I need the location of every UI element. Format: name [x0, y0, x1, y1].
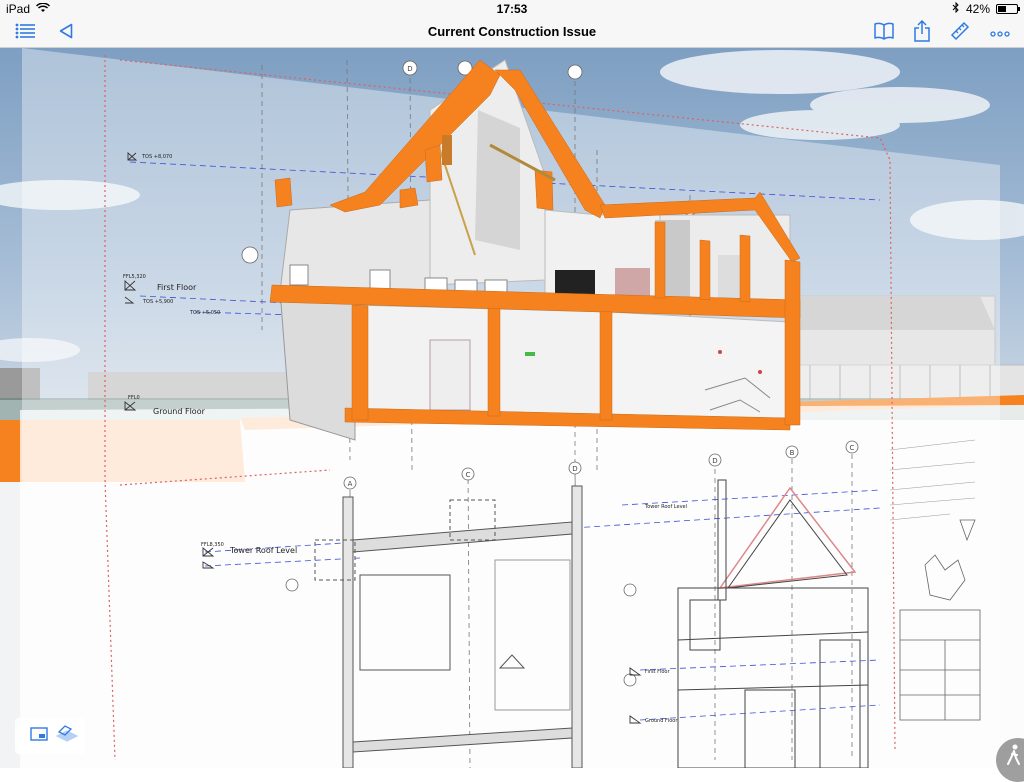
level-code: TOS +5,900: [142, 299, 173, 305]
drawing-sheet-elevation: [20, 405, 1024, 768]
level-name: Tower Roof Level: [229, 546, 297, 555]
level-name: Tower Roof Level: [644, 504, 687, 510]
grid-label: A: [348, 480, 353, 488]
share-button[interactable]: [910, 19, 934, 47]
model-scene: A C D D B C D TOS +8,070 FFL5,320 First …: [0, 48, 1024, 768]
page-title: Current Construction Issue: [427, 24, 597, 39]
level-code: FFL8,350: [201, 542, 224, 548]
bluetooth-icon: [952, 1, 960, 16]
status-bar: iPad 17:53 42%: [0, 0, 1024, 18]
grid-label: B: [790, 449, 795, 457]
level-name: Ground Floor: [645, 718, 678, 724]
battery-fill: [998, 6, 1006, 12]
nav-bar: Current Construction Issue: [0, 18, 1024, 48]
level-code: FFL5,320: [123, 274, 146, 280]
share-icon: [914, 19, 930, 47]
layers-button[interactable]: [55, 724, 79, 748]
walk-icon: [1006, 744, 1022, 773]
grid-label: D: [407, 65, 412, 73]
battery-percent: 42%: [965, 2, 990, 16]
grid-label: C: [850, 444, 855, 452]
level-name: First Floor: [645, 669, 670, 675]
level-code: TOS +8,070: [141, 154, 172, 160]
view-panel-icon: [30, 726, 48, 746]
measure-button[interactable]: [948, 21, 972, 45]
book-icon: [874, 22, 894, 45]
battery-icon: [996, 4, 1020, 14]
level-code: FFL0: [128, 395, 140, 401]
level-name: First Floor: [157, 283, 197, 292]
bottom-toolbar: [15, 718, 85, 754]
level-code: TOS +5,050: [189, 310, 220, 316]
status-right: 42%: [952, 1, 1020, 16]
layers-icon: [55, 724, 79, 749]
status-time: 17:53: [496, 2, 528, 16]
model-viewport[interactable]: A C D D B C D TOS +8,070 FFL5,320 First …: [0, 48, 1024, 768]
more-icon: [990, 24, 1010, 42]
book-button[interactable]: [872, 21, 896, 45]
ruler-icon: [950, 21, 970, 46]
grid-label: D: [572, 465, 577, 473]
grid-label: C: [466, 471, 471, 479]
level-name: Ground Floor: [153, 407, 206, 416]
more-button[interactable]: [988, 21, 1012, 45]
view-panel-button[interactable]: [27, 724, 51, 748]
grid-label: D: [712, 457, 717, 465]
